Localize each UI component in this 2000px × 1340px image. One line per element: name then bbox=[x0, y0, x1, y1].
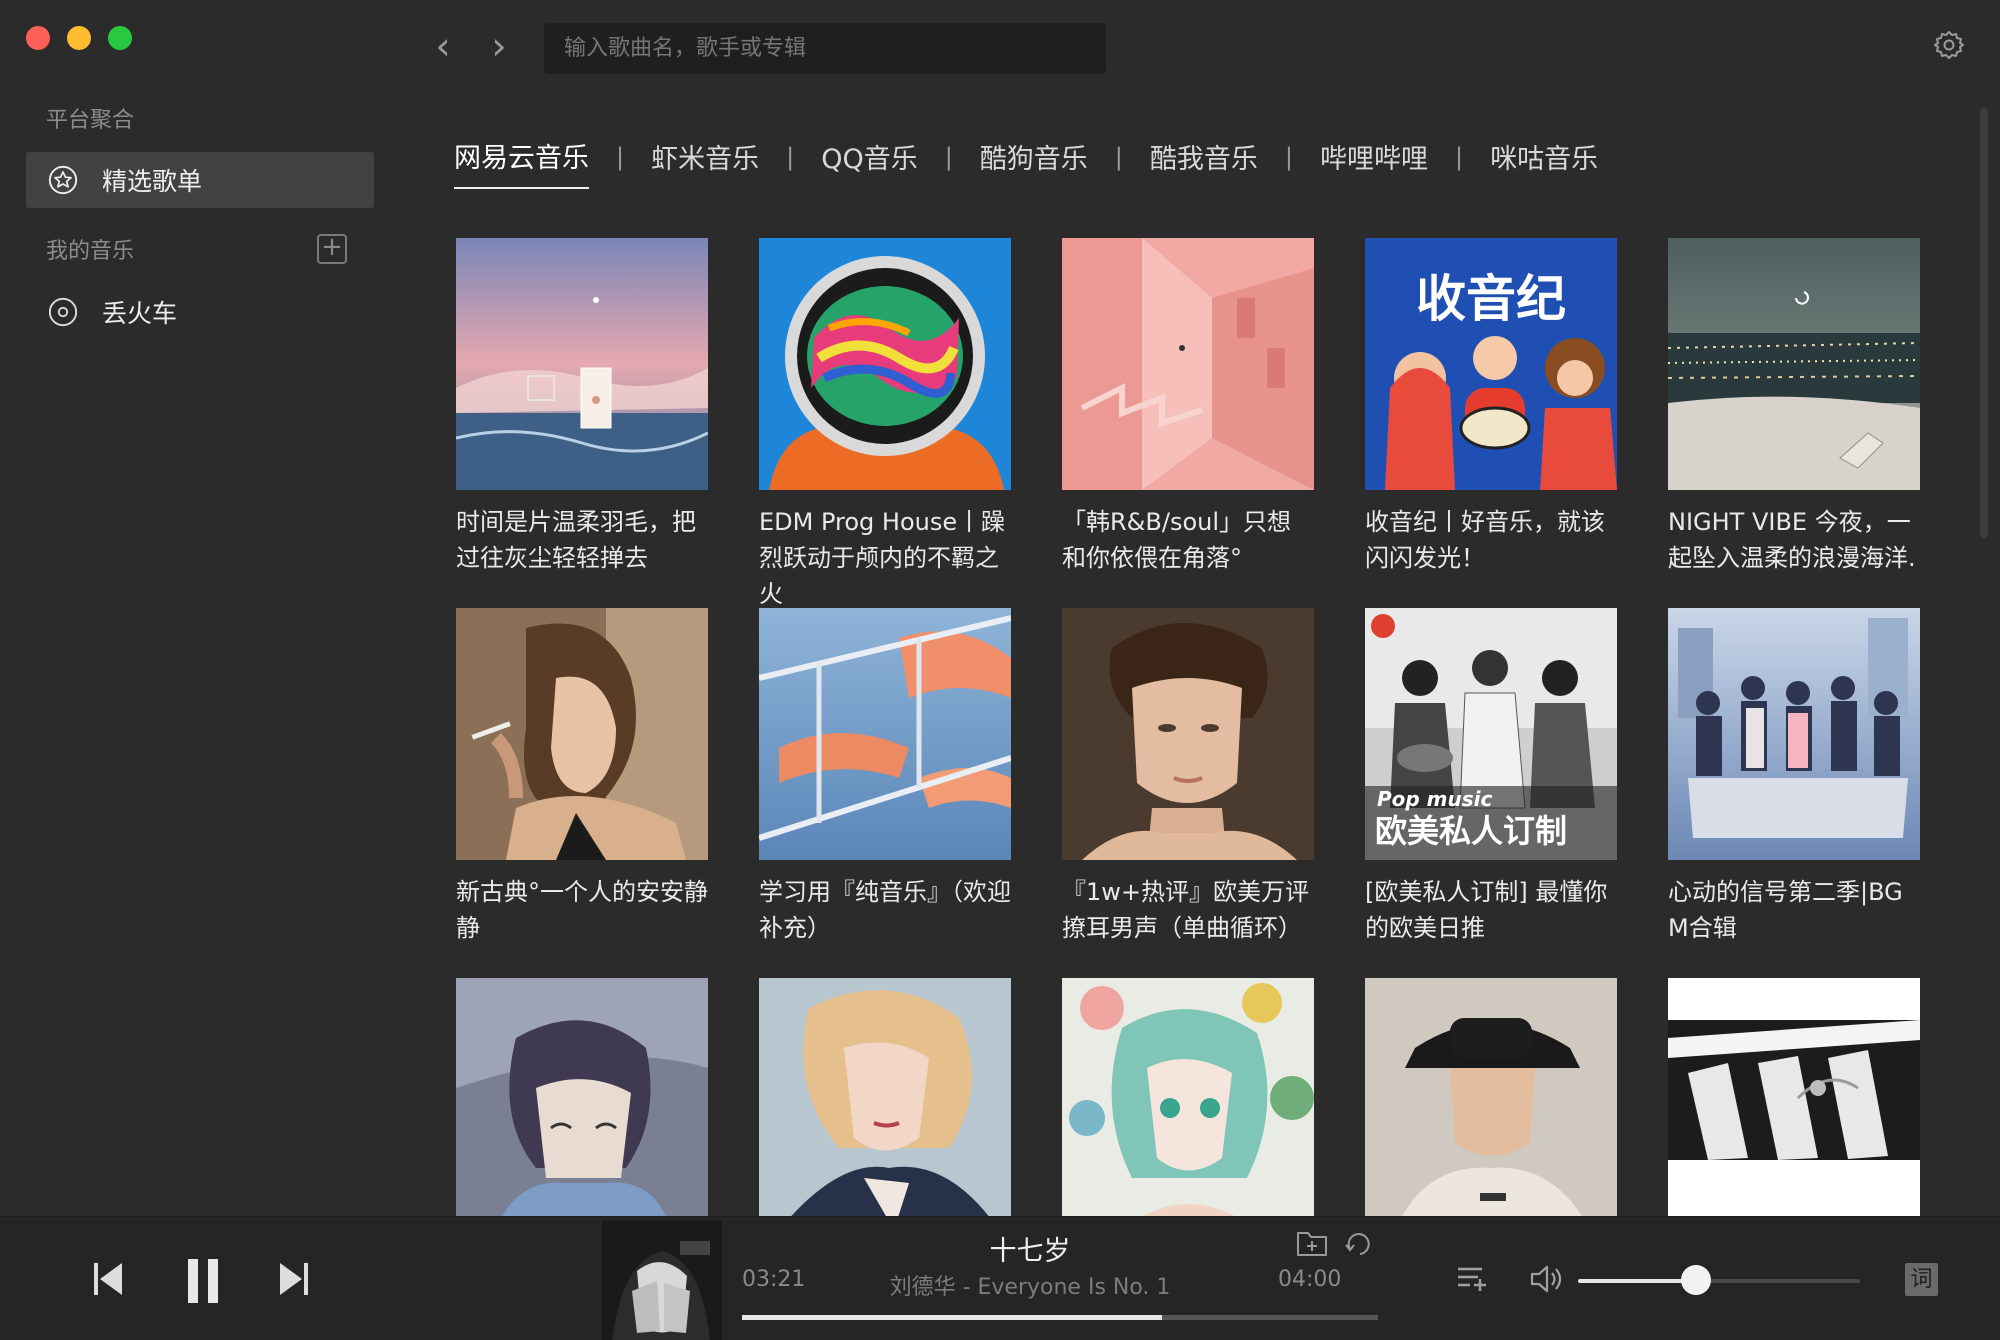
playlist-card[interactable]: 学习用『纯音乐』（欢迎补充） bbox=[759, 608, 1011, 946]
tab-separator: | bbox=[616, 142, 625, 171]
tab-migu[interactable]: 咪咕音乐 bbox=[1490, 137, 1598, 188]
tab-separator: | bbox=[944, 142, 953, 171]
playlist-cover bbox=[1365, 978, 1617, 1216]
playlist-title: EDM Prog House丨躁烈跃动于颅内的不羁之火 bbox=[759, 508, 1006, 608]
playlist-title: 学习用『纯音乐』（欢迎补充） bbox=[759, 878, 1011, 942]
add-to-playlist-folder-icon[interactable] bbox=[1296, 1229, 1328, 1261]
playlist-cover: Pop music 欧美私人订制 bbox=[1365, 608, 1617, 860]
playlist-cover bbox=[1062, 238, 1314, 490]
tab-qq[interactable]: QQ音乐 bbox=[821, 137, 918, 188]
now-playing-title: 十七岁 bbox=[989, 1236, 1071, 1267]
sidebar-section-my-music: 我的音乐 bbox=[46, 239, 135, 264]
settings-gear-icon[interactable] bbox=[1932, 28, 1966, 62]
tab-separator: | bbox=[786, 142, 795, 171]
playlist-card[interactable]: 心动的信号第二季|BGM合辑 bbox=[1668, 608, 1920, 946]
disc-icon bbox=[46, 295, 80, 329]
current-time: 03:21 bbox=[742, 1267, 806, 1292]
sidebar-item-label: 精选歌单 bbox=[102, 167, 203, 196]
forward-arrow-icon[interactable]: › bbox=[484, 27, 514, 66]
playlist-card[interactable]: EDM Prog House丨躁烈跃动于颅内的不羁之火 bbox=[759, 238, 1011, 612]
cover-pop-label: Pop music bbox=[1377, 787, 1493, 811]
repeat-mode-icon[interactable] bbox=[1344, 1229, 1376, 1263]
playlist-card[interactable]: NIGHT VIBE 今夜，一起坠入温柔的浪漫海洋. bbox=[1668, 238, 1920, 576]
cover-pop-subtitle: 欧美私人订制 bbox=[1375, 812, 1567, 850]
playlist-card[interactable]: 『1w+热评』欧美万评撩耳男声（单曲循环） bbox=[1062, 608, 1314, 946]
playlist-title: 收音纪丨好音乐，就该闪闪发光！ bbox=[1365, 508, 1605, 572]
playlist-cover bbox=[759, 608, 1011, 860]
playlist-title: 时间是片温柔羽毛，把过往灰尘轻轻掸去 bbox=[456, 508, 696, 572]
playlist-cover bbox=[456, 608, 708, 860]
playlist-title: 新古典°一个人的安安静静 bbox=[456, 878, 708, 942]
playlist-card[interactable]: 收音纪 收音纪丨好音乐，就该闪闪发光！ bbox=[1365, 238, 1617, 576]
previous-track-icon[interactable] bbox=[92, 1259, 124, 1303]
cover-radio-title: 收音纪 bbox=[1416, 270, 1566, 328]
playlist-card[interactable]: 「韩R&B/soul」只想和你依偎在角落° bbox=[1062, 238, 1314, 576]
playlist-card[interactable] bbox=[1062, 978, 1314, 1216]
playlist-title: [欧美私人订制] 最懂你的欧美日推 bbox=[1365, 878, 1608, 942]
tab-separator: | bbox=[1284, 142, 1293, 171]
playlist-grid: 时间是片温柔羽毛，把过往灰尘轻轻掸去 EDM Prog House丨躁烈跃动于颅… bbox=[456, 238, 1924, 1216]
playlist-card[interactable]: 时间是片温柔羽毛，把过往灰尘轻轻掸去 bbox=[456, 238, 708, 576]
playlist-cover bbox=[456, 978, 708, 1216]
lyrics-toggle-button[interactable]: 词 bbox=[1905, 1263, 1938, 1296]
pause-icon[interactable] bbox=[186, 1259, 220, 1307]
playlist-title: 「韩R&B/soul」只想和你依偎在角落° bbox=[1062, 508, 1292, 572]
playlist-title: 『1w+热评』欧美万评撩耳男声（单曲循环） bbox=[1062, 878, 1310, 942]
tab-kuwo[interactable]: 酷我音乐 bbox=[1150, 137, 1258, 188]
maximize-window-button[interactable] bbox=[108, 26, 132, 50]
playlist-title: NIGHT VIBE 今夜，一起坠入温柔的浪漫海洋. bbox=[1668, 508, 1916, 572]
playlist-cover: 收音纪 bbox=[1365, 238, 1617, 490]
window-controls bbox=[26, 26, 132, 50]
sidebar-item-featured-playlists[interactable]: 精选歌单 bbox=[26, 152, 374, 208]
playlist-cover bbox=[759, 978, 1011, 1216]
playlist-cover bbox=[1668, 978, 1920, 1216]
player-bar: 十七岁 刘德华 - Everyone Is No. 1 03:21 04:00 … bbox=[0, 1216, 2000, 1340]
playback-progress-bar[interactable] bbox=[742, 1315, 1378, 1320]
tab-kugou[interactable]: 酷狗音乐 bbox=[980, 137, 1088, 188]
platform-tabs: 网易云音乐 | 虾米音乐 | QQ音乐 | 酷狗音乐 | 酷我音乐 | 哔哩哔哩… bbox=[454, 136, 1598, 189]
sidebar-item-label: 丢火车 bbox=[102, 299, 178, 328]
playlist-cover bbox=[1668, 238, 1920, 490]
content-scrollbar[interactable] bbox=[1980, 108, 1988, 538]
add-playlist-button[interactable]: + bbox=[317, 234, 347, 264]
playlist-title: 心动的信号第二季|BGM合辑 bbox=[1668, 878, 1903, 942]
playlist-cover bbox=[1062, 978, 1314, 1216]
tab-separator: | bbox=[1454, 142, 1464, 171]
sidebar-item-lost-train[interactable]: 丢火车 bbox=[26, 284, 374, 340]
playlist-cover bbox=[456, 238, 708, 490]
tab-bilibili[interactable]: 哔哩哔哩 bbox=[1320, 137, 1428, 188]
minimize-window-button[interactable] bbox=[67, 26, 91, 50]
back-arrow-icon[interactable]: ‹ bbox=[428, 27, 458, 66]
volume-icon[interactable] bbox=[1530, 1263, 1564, 1299]
playlist-cover bbox=[1062, 608, 1314, 860]
playlist-card[interactable]: 新古典°一个人的安安静静 bbox=[456, 608, 708, 946]
playlist-card[interactable] bbox=[1668, 978, 1920, 1216]
tab-xiami[interactable]: 虾米音乐 bbox=[651, 137, 759, 188]
playlist-cover bbox=[1668, 608, 1920, 860]
search-input[interactable] bbox=[544, 23, 1106, 74]
playlist-card[interactable] bbox=[456, 978, 708, 1216]
close-window-button[interactable] bbox=[26, 26, 50, 50]
star-circle-icon bbox=[46, 163, 80, 197]
volume-slider-handle[interactable] bbox=[1681, 1265, 1712, 1295]
playlist-cover bbox=[759, 238, 1011, 490]
playlist-queue-icon[interactable] bbox=[1456, 1265, 1488, 1299]
volume-slider[interactable] bbox=[1578, 1279, 1860, 1283]
playback-progress-fill bbox=[742, 1315, 1162, 1320]
playlist-card[interactable] bbox=[1365, 978, 1617, 1216]
playlist-card[interactable] bbox=[759, 978, 1011, 1216]
total-time: 04:00 bbox=[1278, 1267, 1342, 1292]
tab-separator: | bbox=[1114, 142, 1123, 171]
now-playing-artist: 刘德华 - Everyone Is No. 1 bbox=[889, 1275, 1171, 1300]
tab-netease[interactable]: 网易云音乐 bbox=[454, 136, 589, 189]
playlist-card[interactable]: Pop music 欧美私人订制 [欧美私人订制] 最懂你的欧美日推 bbox=[1365, 608, 1617, 946]
now-playing-album-art[interactable] bbox=[602, 1221, 722, 1340]
next-track-icon[interactable] bbox=[278, 1259, 310, 1303]
app-window: ‹ › 平台聚合 精选歌单 我的音乐 + bbox=[0, 0, 2000, 1340]
sidebar-section-platform: 平台聚合 bbox=[46, 108, 135, 133]
volume-slider-fill bbox=[1578, 1279, 1697, 1283]
